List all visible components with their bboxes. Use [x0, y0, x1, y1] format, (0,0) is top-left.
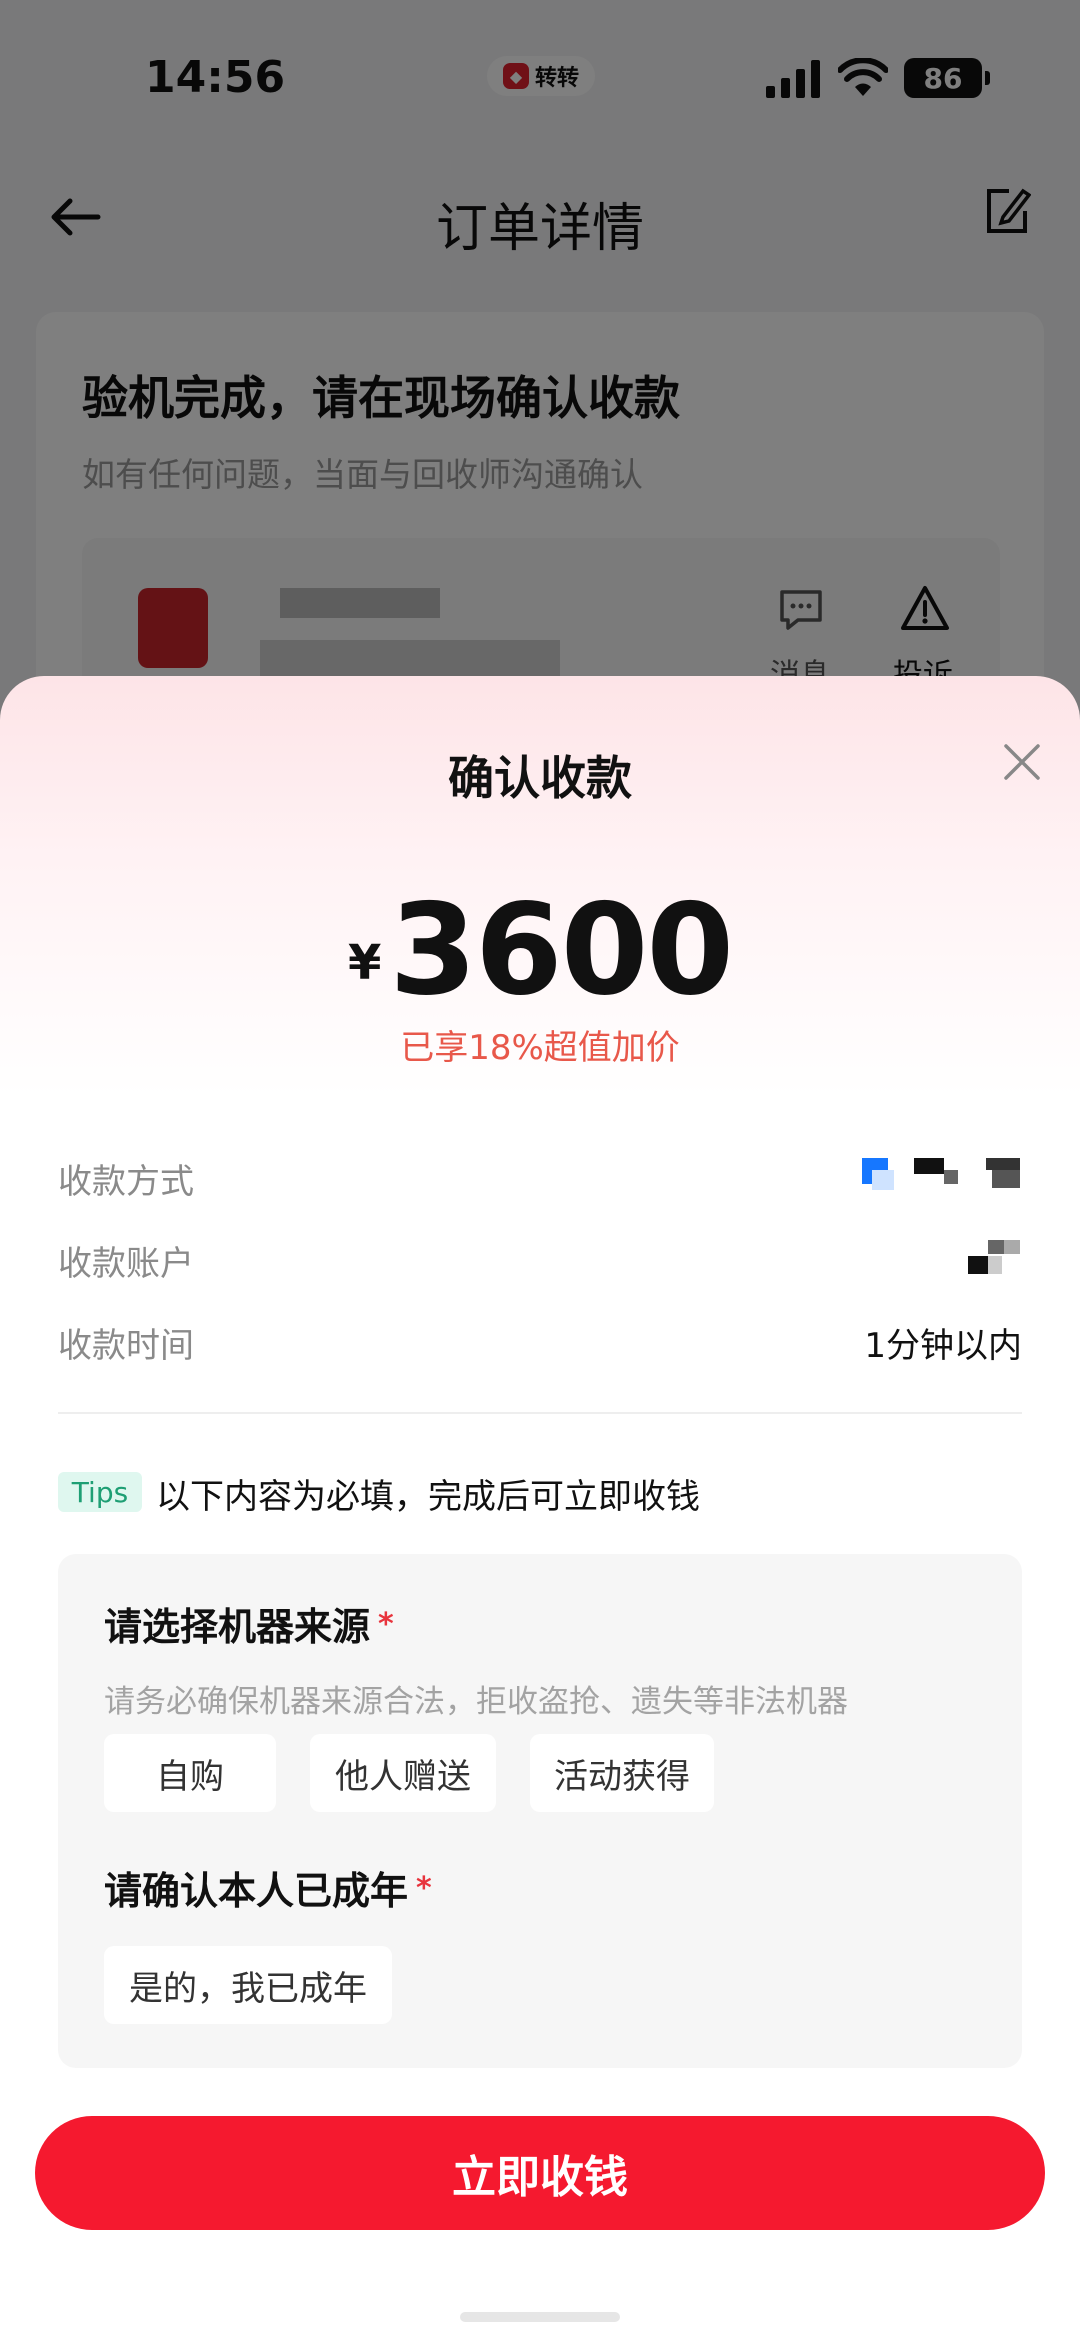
close-icon[interactable]: [1002, 742, 1042, 782]
option-gift[interactable]: 他人赠送: [310, 1734, 496, 1812]
currency-symbol: ¥: [347, 935, 382, 991]
account-redacted: [968, 1240, 1020, 1274]
option-self-purchase[interactable]: 自购: [104, 1734, 276, 1812]
question-machine-source: 请选择机器来源 *: [104, 1596, 394, 1651]
bonus-text: 已享18%超值加价: [400, 1028, 680, 1068]
divider: [58, 1412, 1022, 1414]
info-label-method: 收款方式: [58, 1162, 194, 1202]
payment-method-redacted: [862, 1158, 1020, 1190]
machine-source-hint: 请务必确保机器来源合法，拒收盗抢、遗失等非法机器: [104, 1684, 848, 1720]
confirm-payment-sheet: 确认收款 ¥3600 已享18%超值加价 收款方式 收款账户 收款时间 1分钟以…: [0, 676, 1080, 2347]
tips-badge: Tips: [58, 1472, 142, 1512]
payment-amount: 3600: [389, 876, 734, 1023]
question-adult-label: 请确认本人已成年: [104, 1869, 409, 1913]
amount-row: ¥3600: [0, 876, 1080, 1023]
tips-text: 以下内容为必填，完成后可立即收钱: [156, 1477, 700, 1517]
receive-payment-button[interactable]: 立即收钱: [35, 2116, 1045, 2230]
sheet-title: 确认收款: [448, 751, 632, 805]
question-machine-source-label: 请选择机器来源: [104, 1605, 371, 1649]
home-indicator: [460, 2312, 620, 2322]
required-mark: *: [416, 1871, 432, 1906]
required-mark: *: [378, 1607, 394, 1642]
question-adult: 请确认本人已成年 *: [104, 1860, 432, 1915]
option-activity[interactable]: 活动获得: [530, 1734, 714, 1812]
info-label-time: 收款时间: [58, 1326, 194, 1366]
option-adult-confirm[interactable]: 是的，我已成年: [104, 1946, 392, 2024]
info-value-time: 1分钟以内: [864, 1326, 1022, 1366]
info-label-account: 收款账户: [58, 1244, 194, 1284]
